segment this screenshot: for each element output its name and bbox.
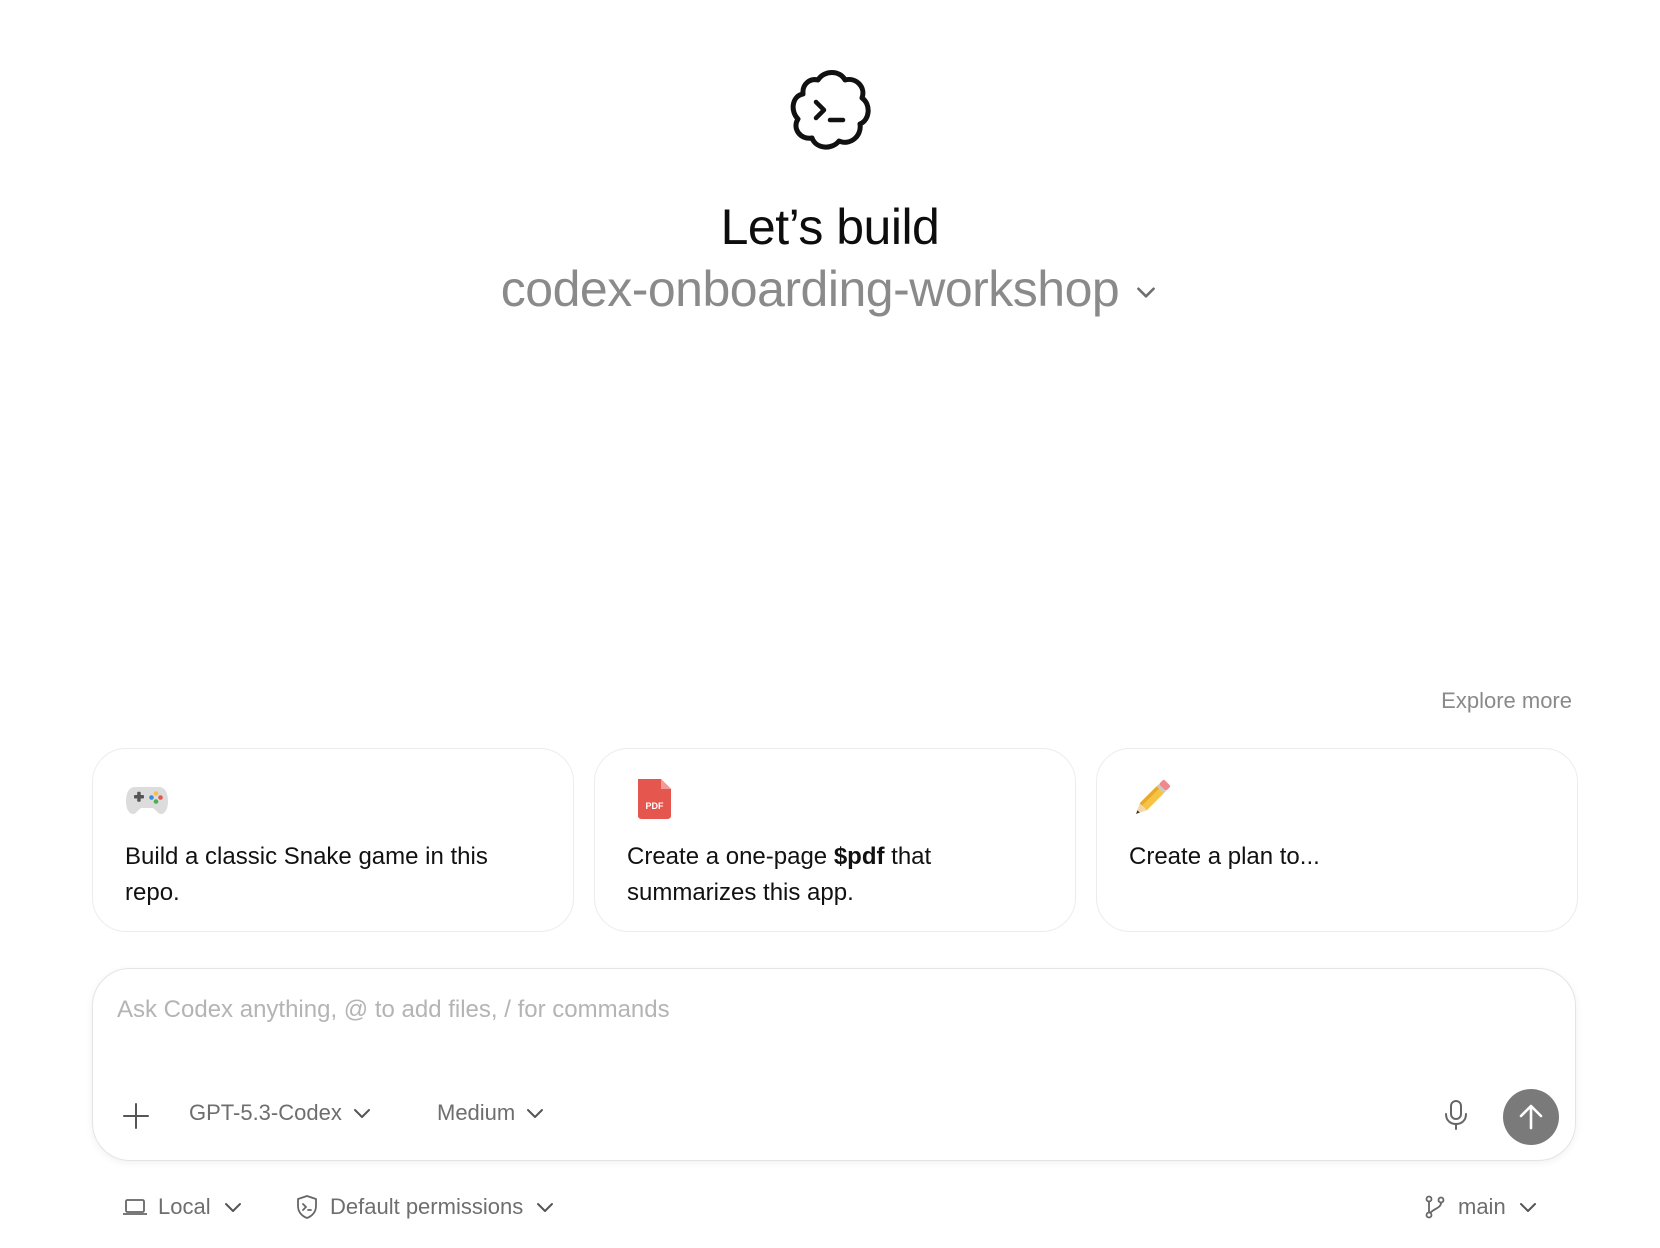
pdf-icon-label: PDF	[646, 801, 665, 811]
suggestion-text: Build a classic Snake game in this repo.	[125, 843, 488, 906]
add-attachment-icon[interactable]	[121, 1101, 151, 1131]
microphone-icon[interactable]	[1441, 1099, 1471, 1131]
send-button[interactable]	[1503, 1089, 1559, 1145]
game-controller-icon	[126, 787, 168, 814]
git-branch-icon	[1425, 1195, 1445, 1219]
codex-logo-icon	[790, 70, 871, 150]
prompt-input[interactable]	[115, 989, 1219, 1031]
pencil-icon	[1136, 780, 1170, 814]
environment-selector[interactable]: Local	[122, 1194, 243, 1220]
branch-selector[interactable]: main	[1422, 1194, 1538, 1220]
laptop-icon	[123, 1199, 147, 1215]
composer: GPT-5.3-Codex Medium	[92, 968, 1576, 1161]
arrow-up-icon	[1519, 1104, 1543, 1130]
suggestion-text: Create a one-page $pdf that summarizes t…	[627, 839, 1047, 911]
chevron-down-icon	[527, 1109, 544, 1118]
suggestion-text-part: Create a one-page	[627, 843, 834, 870]
permissions-label: Default permissions	[330, 1194, 524, 1219]
chevron-down-icon	[537, 1203, 554, 1212]
model-selector[interactable]: GPT-5.3-Codex	[189, 1100, 372, 1126]
shield-icon	[297, 1195, 317, 1219]
skill-token: $pdf	[833, 843, 885, 870]
environment-label: Local	[158, 1194, 211, 1219]
suggestion-card-plan[interactable]: Create a plan to...	[1096, 748, 1578, 932]
project-selector[interactable]: codex-onboarding-workshop	[0, 258, 1660, 320]
page-title: Let’s build	[720, 199, 940, 255]
pdf-file-icon: PDF	[638, 779, 671, 819]
chevron-down-icon	[1519, 1203, 1536, 1212]
reasoning-selector[interactable]: Medium	[437, 1100, 545, 1126]
suggestion-card-snake[interactable]: Build a classic Snake game in this repo.	[92, 748, 574, 932]
suggestion-text: Create a plan to...	[1129, 843, 1320, 870]
chevron-down-icon	[353, 1109, 370, 1118]
project-name: codex-onboarding-workshop	[500, 261, 1120, 317]
suggestion-card-pdf[interactable]: PDF Create a one-page $pdf that summariz…	[594, 748, 1076, 932]
explore-more-link[interactable]: Explore more	[1441, 688, 1572, 714]
model-label: GPT-5.3-Codex	[189, 1100, 342, 1125]
branch-label: main	[1458, 1194, 1506, 1219]
permissions-selector[interactable]: Default permissions	[294, 1194, 555, 1220]
chevron-down-icon	[1137, 287, 1156, 298]
reasoning-label: Medium	[437, 1100, 516, 1125]
chevron-down-icon	[224, 1203, 241, 1212]
